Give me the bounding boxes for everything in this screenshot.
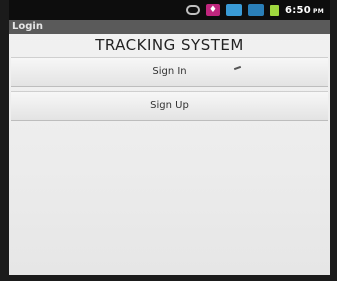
app-header: TRACKING SYSTEM	[9, 34, 330, 56]
status-clock: 6:50 PM	[285, 5, 324, 16]
page-title: TRACKING SYSTEM	[95, 36, 244, 54]
sign-in-button[interactable]: Sign In	[11, 57, 328, 87]
sign-in-label: Sign In	[152, 66, 187, 77]
battery-icon	[269, 4, 279, 16]
app-screen: ♦ 6:50 PM Login TRACKING SYSTEM Sign In S…	[9, 0, 330, 275]
device-bezel-bottom	[0, 275, 337, 281]
device-bezel-left	[0, 0, 9, 281]
clock-time: 6:50	[284, 4, 312, 16]
device-bezel-right	[330, 0, 337, 281]
gallery-icon	[225, 4, 242, 16]
status-icons: ♦ 6:50 PM	[185, 3, 324, 17]
window-title: Login	[12, 21, 43, 32]
sign-up-button[interactable]: Sign Up	[11, 91, 328, 121]
sync-icon	[185, 5, 200, 15]
clock-ampm: PM	[313, 7, 324, 15]
device-frame: ♦ 6:50 PM Login TRACKING SYSTEM Sign In S…	[0, 0, 337, 281]
title-bar: Login	[9, 20, 330, 34]
touch-mark	[233, 65, 242, 71]
sign-up-label: Sign Up	[150, 100, 189, 111]
notification-icon: ♦	[205, 4, 220, 16]
signal-icon	[247, 4, 264, 16]
status-bar: ♦ 6:50 PM	[9, 0, 330, 20]
